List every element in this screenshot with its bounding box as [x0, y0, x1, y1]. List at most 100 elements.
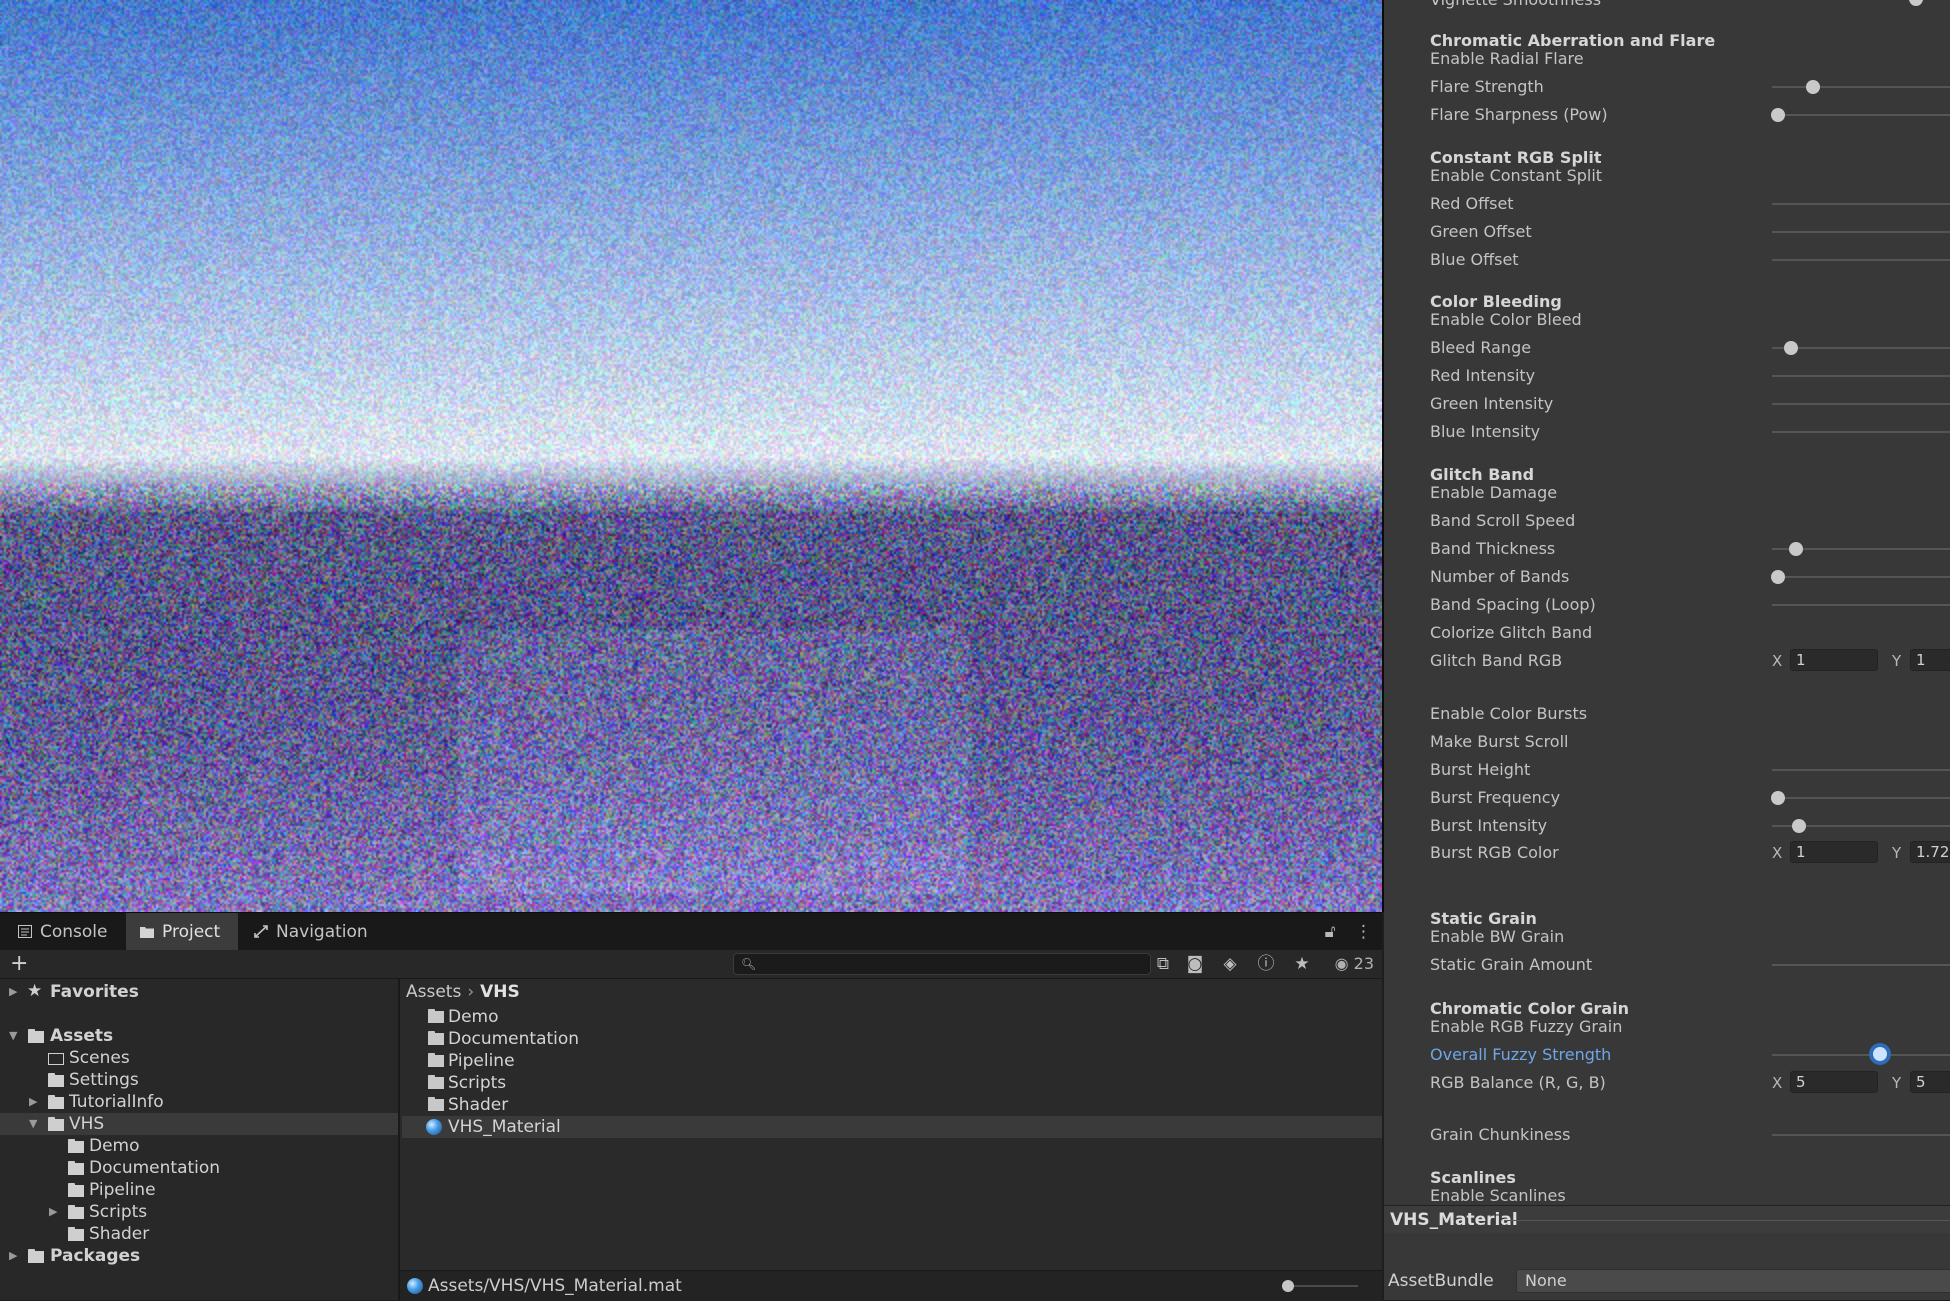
- collapse-arrow-icon[interactable]: ▼: [9, 1025, 17, 1047]
- bottom-tab-bar: Console Project Navigation 🔓︎ ⋮: [0, 912, 1382, 951]
- number-of-bands-slider-track[interactable]: [1772, 576, 1950, 578]
- asset-item-documentation[interactable]: Documentation: [402, 1028, 1382, 1050]
- folder-icon: [68, 1139, 84, 1153]
- band-spacing-slider-track[interactable]: [1772, 604, 1950, 606]
- tree-item-settings[interactable]: Settings: [0, 1069, 398, 1091]
- prop-enable-scanlines[interactable]: Enable Scanlines: [1430, 1186, 1566, 1205]
- prop-enable-color-bursts[interactable]: Enable Color Bursts: [1430, 704, 1587, 723]
- burst-rgb-x-field[interactable]: 1: [1790, 841, 1878, 863]
- breadcrumb-assets[interactable]: Assets: [406, 982, 461, 1002]
- fuzzy-strength-slider-handle[interactable]: [1873, 1047, 1887, 1061]
- material-icon: [407, 1278, 423, 1294]
- tree-item-vhs[interactable]: ▼ VHS: [0, 1113, 398, 1135]
- rgb-balance-x-field[interactable]: 5: [1790, 1071, 1878, 1093]
- asset-item-demo[interactable]: Demo: [402, 1006, 1382, 1028]
- flare-sharpness-slider-handle[interactable]: [1771, 108, 1785, 122]
- flare-strength-slider-track[interactable]: [1772, 86, 1950, 88]
- breadcrumb-vhs[interactable]: VHS: [480, 982, 520, 1002]
- favorite-star-icon[interactable]: ★: [1290, 952, 1314, 976]
- grain-chunkiness-slider-track[interactable]: [1772, 1134, 1950, 1136]
- red-offset-slider-track[interactable]: [1772, 203, 1950, 205]
- inspector-preview-header[interactable]: VHS_Material: [1384, 1205, 1950, 1234]
- filter-by-type-icon[interactable]: ◙: [1183, 952, 1207, 976]
- blue-offset-slider-track[interactable]: [1772, 259, 1950, 261]
- prop-vignette-smoothness: Vignette Smoothness: [1430, 0, 1601, 9]
- tab-navigation[interactable]: Navigation: [240, 913, 386, 951]
- rgb-balance-y-field[interactable]: 5: [1910, 1071, 1950, 1093]
- static-grain-slider-track[interactable]: [1772, 964, 1950, 966]
- prop-enable-color-bleed[interactable]: Enable Color Bleed: [1430, 310, 1582, 329]
- tree-item-scenes[interactable]: Scenes: [0, 1047, 398, 1069]
- tree-item-packages[interactable]: ▶ Packages: [0, 1245, 398, 1267]
- vignette-smoothness-slider-handle[interactable]: [1909, 0, 1923, 6]
- more-options-icon[interactable]: ⋮: [1355, 922, 1372, 942]
- tree-item-assets[interactable]: ▼ Assets: [0, 1025, 398, 1047]
- collapse-arrow-icon[interactable]: ▼: [29, 1113, 37, 1135]
- expand-arrow-icon[interactable]: ▶: [29, 1091, 37, 1113]
- prop-static-grain-amount: Static Grain Amount: [1430, 955, 1593, 974]
- prop-enable-constant-split[interactable]: Enable Constant Split: [1430, 166, 1602, 185]
- asset-item-pipeline[interactable]: Pipeline: [402, 1050, 1382, 1072]
- band-thickness-slider-handle[interactable]: [1789, 542, 1803, 556]
- green-offset-slider-track[interactable]: [1772, 231, 1950, 233]
- tree-item-vhs-demo[interactable]: Demo: [0, 1135, 398, 1157]
- glitch-band-rgb-y-field[interactable]: 1: [1910, 649, 1950, 671]
- game-view[interactable]: [0, 0, 1384, 912]
- burst-height-slider-track[interactable]: [1772, 769, 1950, 771]
- burst-frequency-slider-handle[interactable]: [1771, 791, 1785, 805]
- tab-console[interactable]: Console: [4, 913, 126, 951]
- blue-intensity-slider-track[interactable]: [1772, 431, 1950, 433]
- prop-enable-damage[interactable]: Enable Damage: [1430, 483, 1557, 502]
- fuzzy-strength-slider-track[interactable]: [1772, 1054, 1950, 1056]
- prop-colorize-glitch-band[interactable]: Colorize Glitch Band: [1430, 623, 1592, 642]
- tree-item-vhs-documentation[interactable]: Documentation: [0, 1157, 398, 1179]
- prop-glitch-band-rgb: Glitch Band RGB: [1430, 651, 1563, 670]
- add-asset-button[interactable]: +: [10, 950, 28, 978]
- flare-strength-slider-handle[interactable]: [1806, 80, 1820, 94]
- burst-frequency-slider-track[interactable]: [1772, 797, 1950, 799]
- search-by-type-icon[interactable]: ⧉: [1151, 952, 1175, 976]
- prop-enable-radial-flare[interactable]: Enable Radial Flare: [1430, 49, 1584, 68]
- asset-item-scripts[interactable]: Scripts: [402, 1072, 1382, 1094]
- breadcrumb: Assets › VHS: [406, 979, 520, 1005]
- tree-item-favorites[interactable]: ▶ ★ Favorites: [0, 981, 398, 1003]
- asset-item-vhs-material[interactable]: VHS_Material: [402, 1116, 1382, 1138]
- asset-bundle-dropdown[interactable]: None: [1516, 1269, 1950, 1293]
- prop-burst-frequency: Burst Frequency: [1430, 788, 1561, 807]
- prop-make-burst-scroll[interactable]: Make Burst Scroll: [1430, 732, 1568, 751]
- expand-arrow-icon[interactable]: ▶: [9, 1245, 17, 1267]
- expand-arrow-icon[interactable]: ▶: [9, 981, 17, 1003]
- hidden-packages-count[interactable]: ◉ 23: [1335, 950, 1374, 978]
- label-tag-icon[interactable]: ◈: [1218, 952, 1242, 976]
- tab-project[interactable]: Project: [126, 913, 239, 951]
- icon-size-slider-track[interactable]: [1288, 1285, 1358, 1287]
- flare-sharpness-slider-track[interactable]: [1772, 114, 1950, 116]
- tree-item-tutorialinfo[interactable]: ▶ TutorialInfo: [0, 1091, 398, 1113]
- section-scanlines: Scanlines: [1430, 1168, 1516, 1187]
- red-intensity-slider-track[interactable]: [1772, 375, 1950, 377]
- tree-item-vhs-shader[interactable]: Shader: [0, 1223, 398, 1245]
- icon-size-slider-handle[interactable]: [1282, 1280, 1294, 1292]
- glitch-band-rgb-x-field[interactable]: 1: [1790, 649, 1878, 671]
- prop-enable-bw-grain[interactable]: Enable BW Grain: [1430, 927, 1564, 946]
- tree-item-label: TutorialInfo: [69, 1092, 164, 1112]
- tree-item-vhs-pipeline[interactable]: Pipeline: [0, 1179, 398, 1201]
- tree-item-vhs-scripts[interactable]: ▶ Scripts: [0, 1201, 398, 1223]
- section-constant-rgb-split: Constant RGB Split: [1430, 148, 1602, 167]
- green-intensity-slider-track[interactable]: [1772, 403, 1950, 405]
- tree-item-label: Documentation: [89, 1158, 221, 1178]
- burst-intensity-slider-handle[interactable]: [1792, 819, 1806, 833]
- search-input[interactable]: [758, 955, 1142, 975]
- asset-item-shader[interactable]: Shader: [402, 1094, 1382, 1116]
- bleed-range-slider-handle[interactable]: [1784, 341, 1798, 355]
- number-of-bands-slider-handle[interactable]: [1771, 570, 1785, 584]
- prop-band-thickness: Band Thickness: [1430, 539, 1556, 558]
- log-warning-icon[interactable]: ⓘ: [1254, 952, 1278, 976]
- lock-icon[interactable]: 🔓︎: [1325, 922, 1336, 942]
- prop-enable-rgb-fuzzy-grain[interactable]: Enable RGB Fuzzy Grain: [1430, 1017, 1622, 1036]
- bleed-range-slider-track[interactable]: [1772, 347, 1950, 349]
- tree-item-label: Packages: [50, 1246, 141, 1266]
- search-box[interactable]: 🔍︎: [733, 953, 1151, 975]
- burst-rgb-y-field[interactable]: 1.72: [1910, 841, 1950, 863]
- expand-arrow-icon[interactable]: ▶: [49, 1201, 57, 1223]
